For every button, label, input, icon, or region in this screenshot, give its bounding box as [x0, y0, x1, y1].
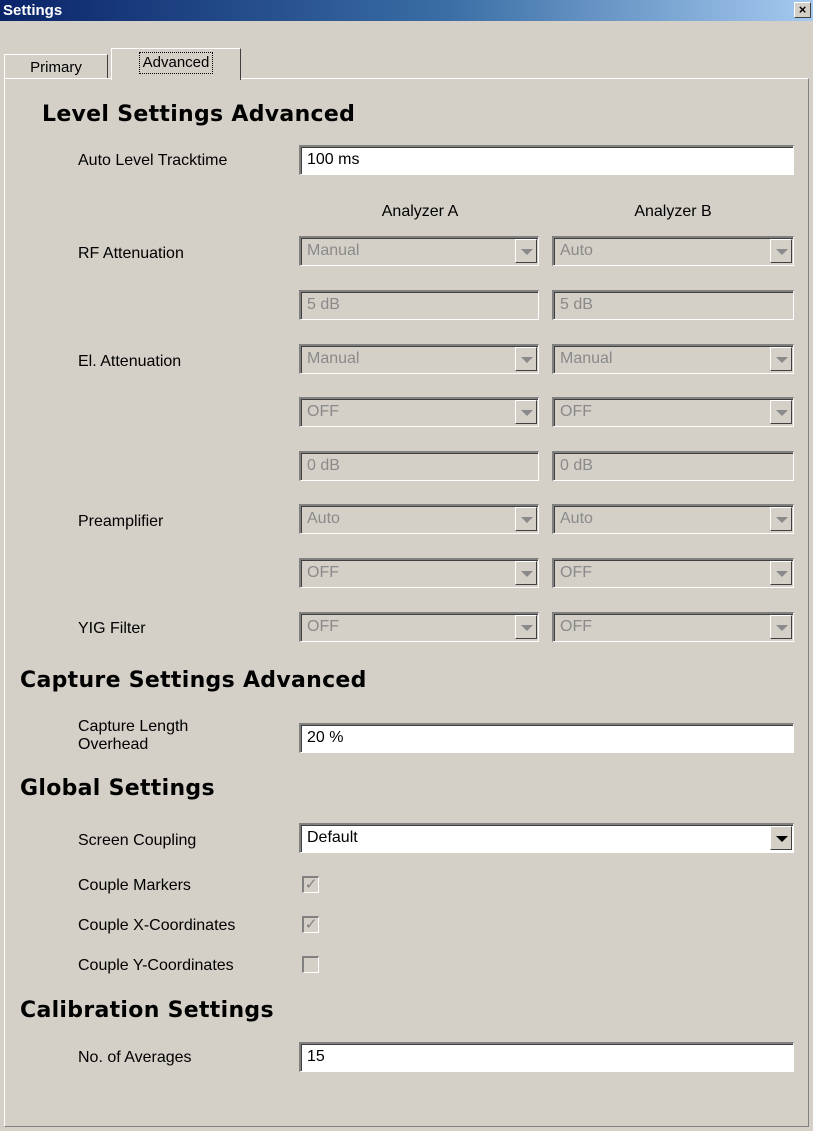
chevron-down-icon[interactable]	[515, 561, 537, 585]
el-attenuation-state-b-value: OFF	[560, 403, 592, 420]
el-attenuation-value-a[interactable]: 0 dB	[299, 451, 539, 481]
couple-x-label: Couple X-Coordinates	[78, 917, 236, 934]
screen-coupling-value: Default	[307, 829, 358, 846]
el-attenuation-mode-a[interactable]: Manual	[299, 344, 539, 374]
yig-filter-b-value: OFF	[560, 618, 592, 635]
screen-coupling-label: Screen Coupling	[78, 832, 197, 849]
tab-advanced[interactable]: Advanced	[111, 48, 241, 80]
capture-overhead-input[interactable]: 20 %	[299, 723, 794, 753]
chevron-down-icon[interactable]	[515, 615, 537, 639]
calibration-settings-heading: Calibration Settings	[20, 998, 274, 1023]
preamplifier-mode-a-value: Auto	[307, 510, 340, 527]
tab-advanced-label: Advanced	[138, 52, 214, 74]
title-bar[interactable]: Settings ×	[0, 0, 813, 21]
preamplifier-state-a-value: OFF	[307, 564, 339, 581]
check-icon: ✓	[304, 876, 318, 893]
couple-markers-checkbox[interactable]: ✓	[302, 876, 319, 893]
chevron-down-icon[interactable]	[770, 400, 792, 424]
chevron-down-icon[interactable]	[770, 347, 792, 371]
tab-primary-label: Primary	[30, 59, 82, 76]
preamplifier-label: Preamplifier	[78, 513, 164, 530]
averages-label: No. of Averages	[78, 1049, 192, 1066]
screen-coupling-select[interactable]: Default	[299, 823, 794, 853]
preamplifier-mode-b[interactable]: Auto	[552, 504, 794, 534]
analyzer-a-header: Analyzer A	[381, 203, 459, 220]
chevron-down-icon[interactable]	[770, 507, 792, 531]
el-attenuation-state-a-value: OFF	[307, 403, 339, 420]
el-attenuation-state-a[interactable]: OFF	[299, 397, 539, 427]
el-attenuation-label: El. Attenuation	[78, 353, 182, 370]
yig-filter-a-value: OFF	[307, 618, 339, 635]
el-attenuation-state-b[interactable]: OFF	[552, 397, 794, 427]
rf-attenuation-mode-a[interactable]: Manual	[299, 236, 539, 266]
couple-x-checkbox[interactable]: ✓	[302, 916, 319, 933]
chevron-down-icon[interactable]	[515, 400, 537, 424]
preamplifier-mode-a[interactable]: Auto	[299, 504, 539, 534]
preamplifier-state-a[interactable]: OFF	[299, 558, 539, 588]
el-attenuation-mode-b-value: Manual	[560, 350, 613, 367]
capture-settings-heading: Capture Settings Advanced	[20, 668, 367, 693]
analyzer-b-header: Analyzer B	[634, 203, 712, 220]
capture-overhead-label-line1: Capture Length	[78, 718, 189, 735]
rf-attenuation-mode-b[interactable]: Auto	[552, 236, 794, 266]
rf-attenuation-label: RF Attenuation	[78, 245, 184, 262]
capture-overhead-label: Capture Length Overhead	[78, 718, 188, 754]
yig-filter-label: YIG Filter	[78, 620, 146, 637]
preamplifier-mode-b-value: Auto	[560, 510, 593, 527]
chevron-down-icon[interactable]	[515, 347, 537, 371]
rf-attenuation-mode-b-value: Auto	[560, 242, 593, 259]
yig-filter-b[interactable]: OFF	[552, 612, 794, 642]
chevron-down-icon[interactable]	[515, 507, 537, 531]
capture-overhead-label-line2: Overhead	[78, 736, 149, 753]
el-attenuation-mode-b[interactable]: Manual	[552, 344, 794, 374]
chevron-down-icon[interactable]	[770, 239, 792, 263]
preamplifier-state-b[interactable]: OFF	[552, 558, 794, 588]
close-icon: ×	[798, 2, 807, 17]
global-settings-heading: Global Settings	[20, 776, 215, 801]
level-settings-heading: Level Settings Advanced	[42, 102, 356, 127]
chevron-down-icon[interactable]	[770, 615, 792, 639]
rf-attenuation-value-a[interactable]: 5 dB	[299, 290, 539, 320]
window-title: Settings	[3, 2, 63, 19]
tracktime-input[interactable]: 100 ms	[299, 145, 794, 175]
couple-markers-label: Couple Markers	[78, 877, 191, 894]
check-icon: ✓	[304, 916, 318, 933]
settings-window: Settings × Primary Advanced Level Settin…	[0, 0, 813, 1131]
yig-filter-a[interactable]: OFF	[299, 612, 539, 642]
preamplifier-state-b-value: OFF	[560, 564, 592, 581]
couple-y-label: Couple Y-Coordinates	[78, 957, 234, 974]
chevron-down-icon[interactable]	[515, 239, 537, 263]
chevron-down-icon[interactable]	[770, 561, 792, 585]
chevron-down-icon[interactable]	[770, 826, 792, 850]
el-attenuation-mode-a-value: Manual	[307, 350, 360, 367]
tab-primary[interactable]: Primary	[4, 54, 108, 78]
couple-y-checkbox[interactable]	[302, 956, 319, 973]
rf-attenuation-mode-a-value: Manual	[307, 242, 360, 259]
rf-attenuation-value-b[interactable]: 5 dB	[552, 290, 794, 320]
averages-input[interactable]: 15	[299, 1042, 794, 1072]
close-button[interactable]: ×	[794, 2, 811, 18]
tracktime-label: Auto Level Tracktime	[78, 152, 228, 169]
el-attenuation-value-b[interactable]: 0 dB	[552, 451, 794, 481]
